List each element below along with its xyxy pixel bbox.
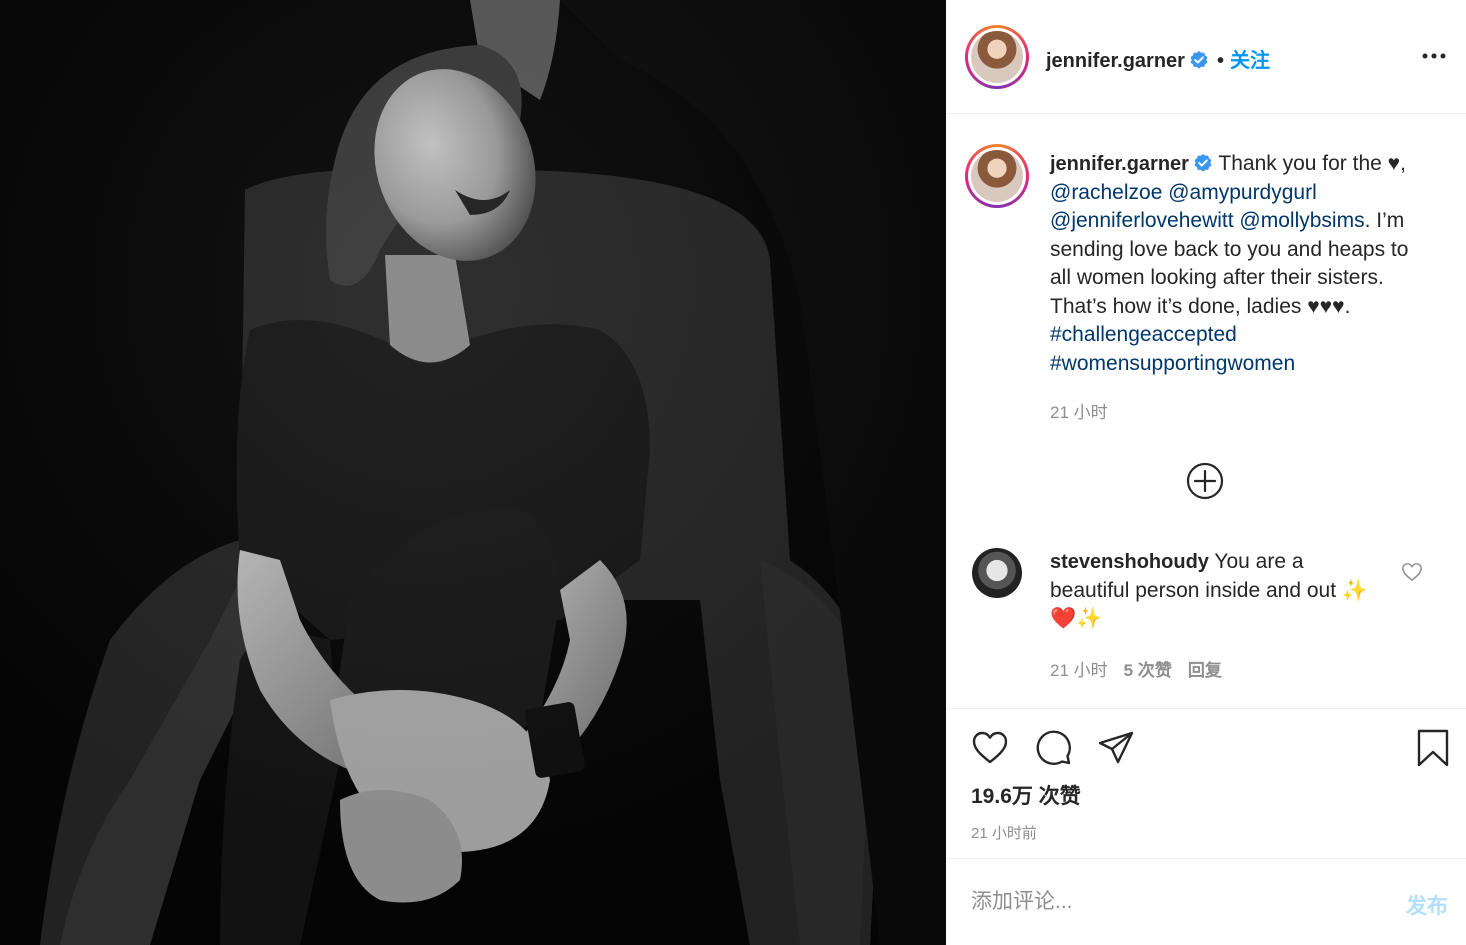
comment-meta: 21 小时 5 次赞 回复	[1050, 656, 1238, 681]
load-more-icon[interactable]	[1186, 462, 1224, 500]
likes-count[interactable]: 19.6万 次赞	[971, 780, 1081, 810]
post-sidebar: jennifer.garner • 关注 jennifer.garner Thank…	[946, 0, 1466, 945]
caption-username[interactable]: jennifer.garner	[1050, 153, 1189, 175]
more-icon[interactable]	[1420, 46, 1448, 66]
comment-like-icon[interactable]	[1401, 562, 1423, 582]
author-info: jennifer.garner • 关注	[1046, 44, 1270, 73]
mention-link[interactable]: @jenniferlovehewitt	[1050, 209, 1234, 232]
comment-time: 21 小时	[1050, 661, 1108, 680]
caption-time: 21 小时	[1050, 403, 1108, 422]
add-comment-form: 发布	[946, 858, 1466, 945]
mention-link[interactable]: @amypurdygurl	[1168, 181, 1317, 204]
photo-illustration	[0, 0, 946, 945]
mention-link[interactable]: @mollybsims	[1239, 209, 1364, 232]
action-bar	[946, 708, 1466, 786]
commenter-username[interactable]: stevenshohoudy	[1050, 551, 1209, 573]
follow-button[interactable]: 关注	[1230, 50, 1270, 72]
commenter-avatar[interactable]	[972, 548, 1022, 598]
share-icon[interactable]	[1096, 728, 1136, 768]
mention-link[interactable]: @rachelzoe	[1050, 181, 1162, 204]
post-photo[interactable]	[0, 0, 946, 945]
comment-text: stevenshohoudy You are a beautiful perso…	[1050, 548, 1380, 634]
comment-icon[interactable]	[1034, 728, 1074, 768]
bookmark-icon[interactable]	[1413, 728, 1453, 768]
hashtag-link[interactable]: #challengeaccepted	[1050, 323, 1237, 346]
author-avatar[interactable]	[965, 25, 1029, 89]
author-username[interactable]: jennifer.garner	[1046, 50, 1185, 72]
heart-icon[interactable]	[970, 728, 1010, 768]
post-comment-button[interactable]: 发布	[1406, 890, 1448, 920]
separator-dot: •	[1216, 50, 1224, 72]
caption-body-1: Thank you for the ♥,	[1212, 152, 1406, 175]
verified-icon	[1190, 51, 1208, 69]
comment-input[interactable]	[971, 886, 1371, 918]
reply-button[interactable]: 回复	[1188, 661, 1222, 680]
verified-icon	[1194, 154, 1212, 172]
post-header: jennifer.garner • 关注	[946, 0, 1466, 114]
hashtag-link[interactable]: #womensupportingwomen	[1050, 352, 1295, 375]
comment-likes[interactable]: 5 次赞	[1124, 661, 1172, 680]
post-timestamp: 21 小时前	[971, 825, 1037, 842]
caption-text: jennifer.garner Thank you for the ♥, @ra…	[1050, 150, 1420, 378]
caption-avatar[interactable]	[965, 144, 1029, 208]
